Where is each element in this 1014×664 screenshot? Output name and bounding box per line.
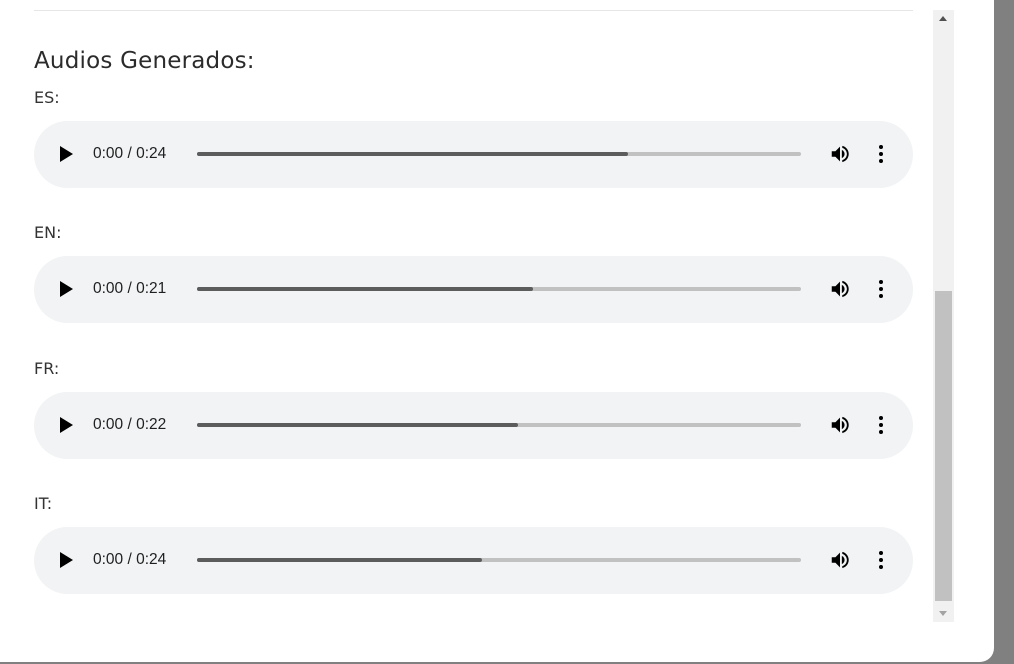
- scroll-down-arrow-icon[interactable]: [933, 605, 954, 622]
- vertical-scrollbar[interactable]: [933, 10, 954, 622]
- more-options-icon[interactable]: [873, 549, 889, 571]
- more-options-icon[interactable]: [873, 278, 889, 300]
- volume-icon[interactable]: [829, 414, 851, 436]
- progress-slider[interactable]: [197, 152, 801, 156]
- audio-label-es: ES:: [34, 88, 60, 107]
- volume-icon[interactable]: [829, 549, 851, 571]
- audio-dialog: Audios Generados: ES: 0:00 / 0:24 EN: 0:…: [0, 0, 994, 662]
- audio-label-en: EN:: [34, 223, 62, 242]
- play-icon[interactable]: [60, 417, 73, 433]
- progress-fill: [197, 423, 518, 427]
- progress-slider[interactable]: [197, 287, 801, 291]
- audio-player-en[interactable]: 0:00 / 0:21: [34, 256, 913, 323]
- scrollbar-thumb[interactable]: [935, 291, 952, 601]
- audio-label-it: IT:: [34, 494, 53, 513]
- play-icon[interactable]: [60, 281, 73, 297]
- audio-label-fr: FR:: [34, 359, 60, 378]
- progress-slider[interactable]: [197, 423, 801, 427]
- play-icon[interactable]: [60, 552, 73, 568]
- play-icon[interactable]: [60, 146, 73, 162]
- time-display: 0:00 / 0:22: [93, 416, 167, 433]
- volume-icon[interactable]: [829, 143, 851, 165]
- top-divider: [34, 10, 913, 11]
- section-title: Audios Generados:: [34, 48, 255, 74]
- audio-player-es[interactable]: 0:00 / 0:24: [34, 121, 913, 188]
- progress-slider[interactable]: [197, 558, 801, 562]
- progress-fill: [197, 558, 483, 562]
- progress-fill: [197, 287, 534, 291]
- time-display: 0:00 / 0:24: [93, 145, 167, 162]
- time-display: 0:00 / 0:21: [93, 280, 167, 297]
- progress-fill: [197, 152, 628, 156]
- more-options-icon[interactable]: [873, 143, 889, 165]
- volume-icon[interactable]: [829, 278, 851, 300]
- scroll-up-arrow-icon[interactable]: [933, 10, 954, 27]
- time-display: 0:00 / 0:24: [93, 551, 167, 568]
- audio-player-it[interactable]: 0:00 / 0:24: [34, 527, 913, 594]
- more-options-icon[interactable]: [873, 414, 889, 436]
- audio-player-fr[interactable]: 0:00 / 0:22: [34, 392, 913, 459]
